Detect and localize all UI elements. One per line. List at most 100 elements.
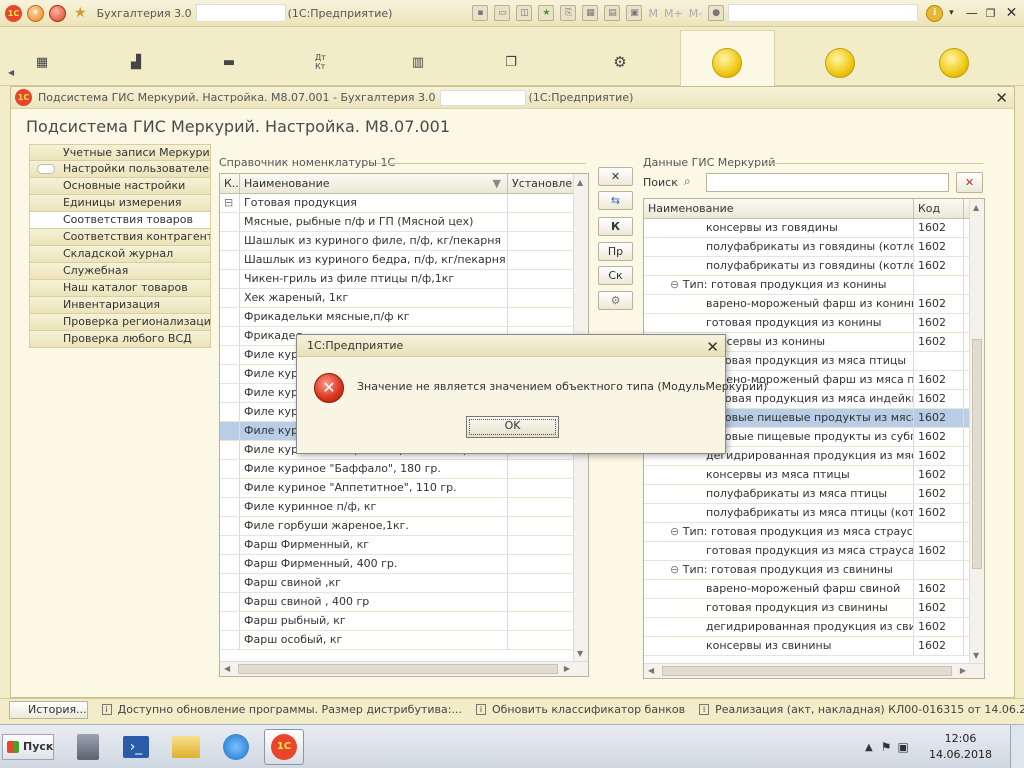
ie-app[interactable]: [216, 729, 256, 765]
truck-icon[interactable]: ▬: [221, 54, 237, 70]
table-row[interactable]: Шашлык из куриного бедра, п/ф, кг/пекарн…: [220, 251, 588, 270]
section-coin-icon[interactable]: [939, 48, 969, 78]
nav-item[interactable]: Учетные записи Меркурий: [29, 144, 211, 161]
calculator-icon[interactable]: ▦: [582, 5, 599, 21]
table-row[interactable]: ⊟ Готовая продукция: [220, 194, 588, 213]
memory-plus-button[interactable]: M+: [664, 7, 683, 20]
settings-button[interactable]: ⚙: [598, 291, 633, 310]
1c-app[interactable]: 1С: [264, 729, 304, 765]
memory-button[interactable]: M: [648, 7, 658, 20]
nav-item[interactable]: Основные настройки: [29, 178, 211, 195]
scroll-left-icon[interactable]: ◀: [8, 68, 14, 77]
column-header-code[interactable]: К...: [220, 174, 240, 193]
column-header-code[interactable]: Код: [914, 199, 964, 218]
nav-item[interactable]: Служебная: [29, 263, 211, 280]
scroll-down-icon[interactable]: ▼: [973, 651, 979, 660]
notification-update[interactable]: i Доступно обновление программы. Размер …: [101, 703, 462, 716]
column-header-name[interactable]: Наименование ▼: [240, 174, 508, 193]
section-coin-icon[interactable]: [825, 48, 855, 78]
table-row[interactable]: Филе куринное п/ф, кг: [220, 498, 588, 517]
scroll-thumb[interactable]: [238, 664, 558, 674]
table-row[interactable]: Филе куриное "Баффало", 180 гр.: [220, 460, 588, 479]
table-row[interactable]: полуфабрикаты из мяса птицы (котле...160…: [644, 504, 984, 523]
favorites-star-icon[interactable]: ★: [74, 5, 87, 21]
nav-item[interactable]: Проверка любого ВСД: [29, 331, 211, 348]
collapse-icon[interactable]: ⊖: [670, 525, 683, 538]
table-row[interactable]: консервы из говядины1602·: [644, 219, 984, 238]
table-row[interactable]: Фарш свиной , 400 гр: [220, 593, 588, 612]
link-icon[interactable]: ⎘: [560, 5, 577, 21]
start-button[interactable]: Пуск: [2, 734, 54, 760]
scroll-left-icon[interactable]: ◀: [224, 664, 230, 673]
scroll-up-icon[interactable]: ▲: [577, 178, 583, 187]
network-icon[interactable]: ▣: [897, 740, 908, 754]
scroll-thumb[interactable]: [972, 339, 982, 569]
search-icon[interactable]: ⌕: [684, 174, 691, 189]
table-row[interactable]: Фарш Фирменный, 400 гр.: [220, 555, 588, 574]
scroll-left-icon[interactable]: ◀: [648, 666, 654, 675]
scroll-down-icon[interactable]: ▼: [577, 649, 583, 658]
print-icon[interactable]: ▭: [494, 5, 511, 21]
horizontal-scrollbar[interactable]: ◀ ▶: [644, 663, 984, 678]
scroll-thumb[interactable]: [662, 666, 952, 676]
section-coin-icon[interactable]: [712, 48, 742, 78]
nav-item[interactable]: Соответствия контрагентов: [29, 229, 211, 246]
nav-item[interactable]: Настройки пользователей: [29, 161, 211, 178]
filter-icon[interactable]: ▼: [493, 174, 501, 193]
explorer-app[interactable]: [166, 729, 206, 765]
calendar-icon[interactable]: ▤: [604, 5, 621, 21]
table-row[interactable]: Филе горбуши жареное,1кг.: [220, 517, 588, 536]
documents-icon[interactable]: ❐: [503, 54, 519, 70]
clock[interactable]: 12:06 14.06.2018: [929, 731, 992, 763]
close-app-icon[interactable]: ✕: [1006, 5, 1018, 21]
flag-icon[interactable]: ⚑: [881, 740, 892, 754]
nav-item[interactable]: Складской журнал: [29, 246, 211, 263]
table-row[interactable]: Мясные, рыбные п/ф и ГП (Мясной цех): [220, 213, 588, 232]
table-row[interactable]: консервы из мяса птицы1602·: [644, 466, 984, 485]
scroll-up-icon[interactable]: ▲: [973, 203, 979, 212]
user-icon[interactable]: ●: [708, 5, 725, 21]
info-icon[interactable]: i: [926, 4, 944, 22]
table-row[interactable]: Фарш рыбный, кг: [220, 612, 588, 631]
clipboard-icon[interactable]: ▣: [626, 5, 643, 21]
table-row[interactable]: Фрикадельки мясные,п/ф кг: [220, 308, 588, 327]
dialog-close-icon[interactable]: ✕: [706, 338, 719, 356]
match-button[interactable]: ⇆: [598, 191, 633, 210]
table-row[interactable]: варено-мороженый фарш свиной1602·: [644, 580, 984, 599]
restore-icon[interactable]: ❐: [986, 7, 996, 20]
table-row[interactable]: Чикен-гриль из филе птицы п/ф,1кг: [220, 270, 588, 289]
scroll-right-icon[interactable]: ▶: [960, 666, 966, 675]
table-row[interactable]: полуфабрикаты из мяса птицы1602·: [644, 485, 984, 504]
pr-button[interactable]: Пр: [598, 242, 633, 261]
settings-gear-icon[interactable]: ⚙: [612, 53, 628, 71]
table-row[interactable]: готовая продукция из конины1602·: [644, 314, 984, 333]
table-row[interactable]: полуфабрикаты из говядины (котлет... 1602…: [644, 238, 984, 257]
dt-kt-icon[interactable]: Дт Кт: [315, 53, 331, 71]
nav-item[interactable]: Наш каталог товаров: [29, 280, 211, 297]
column-header-name[interactable]: Наименование: [644, 199, 914, 218]
reports-icon[interactable]: ▥: [410, 54, 426, 70]
ok-button[interactable]: OK: [466, 416, 559, 438]
form-close-icon[interactable]: ✕: [995, 89, 1008, 107]
unlink-button[interactable]: ✕: [598, 167, 633, 186]
scroll-right-icon[interactable]: ▶: [564, 664, 570, 673]
app-logo-icon[interactable]: 1С: [5, 4, 22, 22]
table-row[interactable]: полуфабрикаты из говядины (котлеты)1602·: [644, 257, 984, 276]
nav-item[interactable]: Инвентаризация: [29, 297, 211, 314]
add-favorite-icon[interactable]: ★: [538, 5, 555, 21]
table-row[interactable]: варено-мороженый фарш из конины1602·: [644, 295, 984, 314]
toggle-icon[interactable]: [37, 164, 55, 174]
clear-search-button[interactable]: ✕: [956, 172, 983, 193]
table-row[interactable]: Филе куриное "Аппетитное", 110 гр.: [220, 479, 588, 498]
table-row[interactable]: готовая продукция из мяса страуса1602·: [644, 542, 984, 561]
memory-minus-button[interactable]: M-: [689, 7, 702, 20]
table-row[interactable]: Шашлык из куриного филе, п/ф, кг/пекарня: [220, 232, 588, 251]
collapse-icon[interactable]: ⊟: [220, 194, 240, 212]
search-input[interactable]: [706, 173, 949, 192]
column-header-installed[interactable]: Установлен: [508, 174, 575, 193]
horizontal-scrollbar[interactable]: ◀ ▶: [220, 661, 588, 676]
powershell-app[interactable]: ›_: [116, 729, 156, 765]
vertical-scrollbar[interactable]: ▲ ▼: [969, 199, 984, 663]
save-icon[interactable]: ▪: [472, 5, 489, 21]
nav-item[interactable]: Единицы измерения: [29, 195, 211, 212]
